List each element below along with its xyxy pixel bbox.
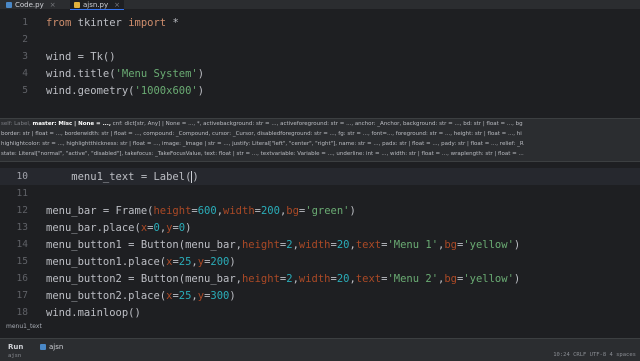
line-number: 13 xyxy=(16,222,28,233)
tooltip-line: state: Literal["normal", "active", "disa… xyxy=(1,151,524,157)
python-file-icon xyxy=(74,1,80,8)
status-right: 10:24 CRLF UTF-8 4 spaces xyxy=(553,352,636,358)
line-number: 12 xyxy=(16,205,28,216)
tooltip-line: highlightcolor: str = ..., highlightthic… xyxy=(1,141,524,147)
line-number: 16 xyxy=(16,273,28,284)
line-number: 10 xyxy=(16,171,28,182)
line-number: 5 xyxy=(22,85,28,96)
line-number: 14 xyxy=(16,239,28,250)
code-line[interactable]: 2 xyxy=(0,31,640,48)
python-file-icon xyxy=(6,1,12,8)
close-icon[interactable]: × xyxy=(50,1,56,9)
code-line[interactable]: 18 wind.mainloop() xyxy=(0,304,640,321)
code-line[interactable]: 16 menu_button2 = Button(menu_bar,height… xyxy=(0,270,640,287)
status-left: ajsn xyxy=(8,353,22,359)
breadcrumb: menu1_text xyxy=(6,323,42,330)
status-bar: ajsn xyxy=(0,352,640,360)
code-line[interactable]: 5 wind.geometry('1000x600') xyxy=(0,82,640,99)
line-number: 2 xyxy=(22,34,28,45)
code-line[interactable]: 11 xyxy=(0,185,640,202)
line-number: 18 xyxy=(16,307,28,318)
line-number: 1 xyxy=(22,17,28,28)
python-run-icon xyxy=(40,344,46,350)
tab-label: ajsn.py xyxy=(83,0,109,9)
editor-tabs: Code.py × ajsn.py × xyxy=(0,0,640,10)
code-line[interactable]: 3 wind = Tk() xyxy=(0,48,640,65)
run-label[interactable]: Run xyxy=(8,343,23,351)
line-number: 17 xyxy=(16,290,28,301)
tab-label: Code.py xyxy=(15,0,44,9)
code-line[interactable]: 1 from tkinter import * xyxy=(0,14,640,31)
run-tab-label: ajsn xyxy=(49,343,64,351)
tab-ajsn-py[interactable]: ajsn.py × xyxy=(70,0,124,10)
run-config-tab[interactable]: ajsn xyxy=(40,343,63,351)
code-line[interactable]: 13 menu_bar.place(x=0,y=0) xyxy=(0,219,640,236)
code-line-current[interactable]: 10 menu1_text = Label() xyxy=(0,168,640,185)
tooltip-current-param: master: Misc | None = ..., xyxy=(32,121,111,127)
line-number: 11 xyxy=(16,188,28,199)
line-number: 3 xyxy=(22,51,28,62)
tooltip-line: cnf: dict[str, Any] | None = ..., *, act… xyxy=(110,121,523,127)
code-line[interactable]: 12 menu_bar = Frame(height=600,width=200… xyxy=(0,202,640,219)
line-number: 15 xyxy=(16,256,28,267)
code-line[interactable]: 17 menu_button2.place(x=25,y=300) xyxy=(0,287,640,304)
code-line[interactable]: 15 menu_button1.place(x=25,y=200) xyxy=(0,253,640,270)
parameter-info-popup: self: Label, master: Misc | None = ..., … xyxy=(0,118,640,162)
tooltip-self: self: Label, xyxy=(1,121,31,127)
line-number: 4 xyxy=(22,68,28,79)
code-line[interactable]: 4 wind.title('Menu System') xyxy=(0,65,640,82)
tab-code-py[interactable]: Code.py × xyxy=(6,0,58,9)
code-line[interactable]: 14 menu_button1 = Button(menu_bar,height… xyxy=(0,236,640,253)
tooltip-line: border: str | float = ..., borderwidth: … xyxy=(1,131,522,137)
close-icon[interactable]: × xyxy=(114,1,120,9)
